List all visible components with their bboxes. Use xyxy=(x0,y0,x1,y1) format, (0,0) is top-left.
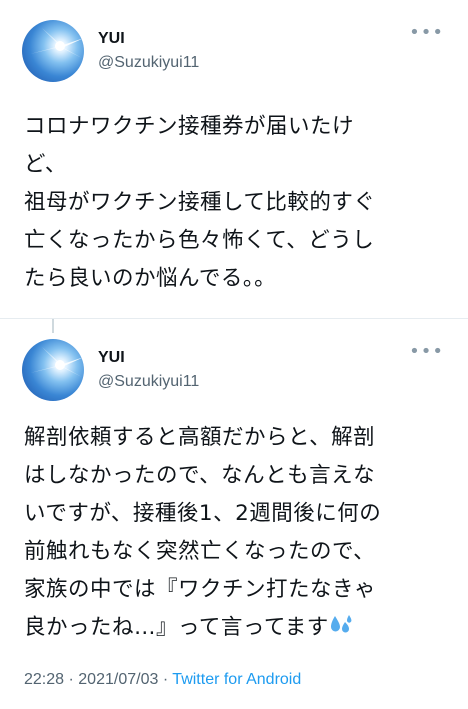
tweet-1[interactable]: YUI @Suzukiyui11 ••• コロナワクチン接種券が届いたけ ど、 … xyxy=(0,0,468,319)
display-name[interactable]: YUI xyxy=(98,349,125,367)
text-line: ど、 xyxy=(24,152,67,177)
tweet-2[interactable]: YUI @Suzukiyui11 ••• 解剖依頼すると高額だからと、解剖 はし… xyxy=(0,319,468,709)
more-horizontal-icon[interactable]: ••• xyxy=(409,343,444,361)
user-handle[interactable]: @Suzukiyui11 xyxy=(98,54,199,72)
display-name[interactable]: YUI xyxy=(98,30,125,48)
tweet-metadata: 22:28 · 2021/07/03 · Twitter for Android xyxy=(24,671,301,689)
text-line: 解剖依頼すると高額だからと、解剖 xyxy=(24,425,376,450)
text-line: たら良いのか悩んでる。。 xyxy=(24,266,277,291)
sweat-droplets-emoji xyxy=(329,611,353,633)
text-line: 祖母がワクチン接種して比較的すぐ xyxy=(24,190,376,215)
thread-connector xyxy=(52,319,54,333)
text-line: 家族の中では『ワクチン打たなきゃ xyxy=(24,577,377,602)
tweet-date[interactable]: 2021/07/03 xyxy=(78,671,158,688)
text-line: はしなかったので、なんとも言えな xyxy=(24,463,376,488)
text-line: コロナワクチン接種券が届いたけ xyxy=(24,114,355,139)
user-handle[interactable]: @Suzukiyui11 xyxy=(98,373,199,391)
tweet-text: 解剖依頼すると高額だからと、解剖 はしなかったので、なんとも言えな いですが、接… xyxy=(24,419,454,647)
avatar-image xyxy=(30,28,84,58)
text-line: 良かったね…』って言ってます xyxy=(24,615,329,640)
text-line: いですが、接種後1、2週間後に何の xyxy=(24,501,382,526)
meta-separator: · xyxy=(162,671,169,688)
text-line: 前触れもなく突然亡くなったので、 xyxy=(24,539,376,564)
text-line: 亡くなったから色々怖くて、どうし xyxy=(24,228,375,253)
tweet-text: コロナワクチン接種券が届いたけ ど、 祖母がワクチン接種して比較的すぐ 亡くなっ… xyxy=(24,108,454,298)
avatar[interactable] xyxy=(22,20,84,82)
avatar-image xyxy=(30,347,84,377)
tweet-source-link[interactable]: Twitter for Android xyxy=(172,671,301,688)
tweet-time[interactable]: 22:28 xyxy=(24,671,64,688)
avatar[interactable] xyxy=(22,339,84,401)
more-horizontal-icon[interactable]: ••• xyxy=(409,24,444,42)
meta-separator: · xyxy=(68,671,74,688)
